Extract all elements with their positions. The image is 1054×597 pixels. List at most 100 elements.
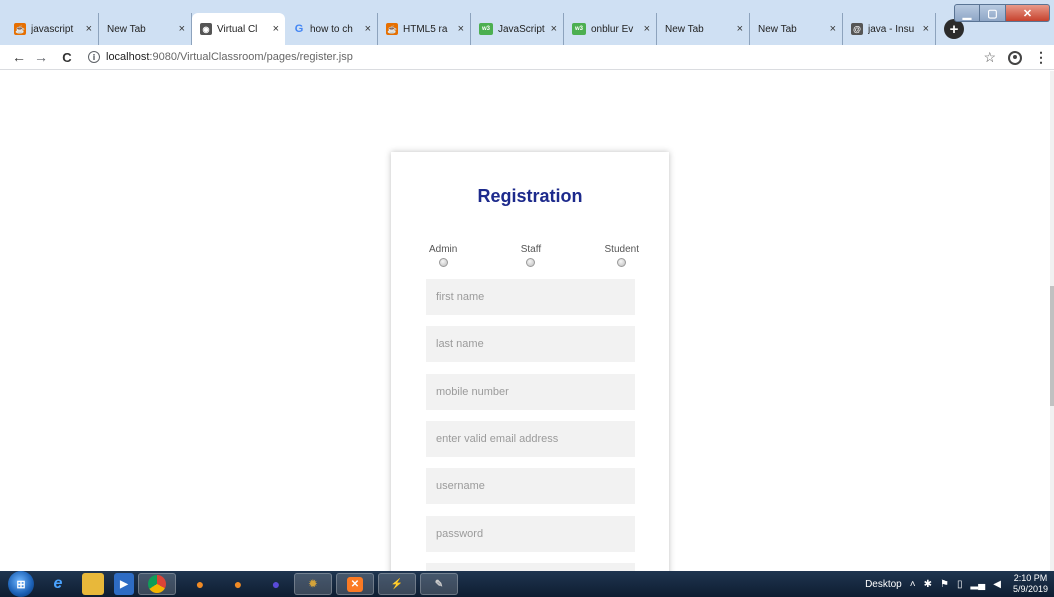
tab-new-tab-3[interactable]: New Tab ×	[750, 13, 843, 45]
maximize-button[interactable]: ▢	[980, 4, 1006, 22]
close-icon[interactable]: ×	[737, 23, 743, 35]
tab-new-tab-1[interactable]: New Tab ×	[99, 13, 192, 45]
forward-arrow-icon[interactable]: →	[30, 49, 52, 65]
first-name-input[interactable]	[426, 279, 635, 315]
close-icon[interactable]: ×	[365, 23, 371, 35]
at-icon: @	[851, 23, 863, 35]
student-radio[interactable]	[617, 258, 627, 267]
admin-radio[interactable]	[438, 258, 448, 267]
tool-icon: ✎	[434, 578, 444, 590]
bookmark-star-icon[interactable]: ☆	[983, 49, 996, 66]
browser-tab-strip: ☕ javascript × New Tab × ◉ Virtual Cl × …	[0, 0, 1054, 45]
tab-list: ☕ javascript × New Tab × ◉ Virtual Cl × …	[6, 13, 964, 45]
internet-explorer-icon[interactable]: e	[44, 573, 72, 595]
staff-radio[interactable]	[526, 258, 536, 267]
tab-title: how to ch	[310, 23, 353, 35]
tab-title: HTML5 ra	[403, 23, 448, 35]
tab-how-to[interactable]: G how to ch ×	[285, 13, 378, 45]
bluetooth-icon[interactable]: ✱	[924, 579, 932, 590]
tab-title: New Tab	[758, 23, 797, 35]
page-viewport: Registration Admin Staff Student	[0, 71, 1054, 571]
scrollbar-thumb[interactable]	[1050, 286, 1054, 406]
tab-onblur[interactable]: w3 onblur Ev ×	[564, 13, 657, 45]
role-selector: Admin Staff Student	[429, 244, 639, 267]
tab-html5[interactable]: ☕ HTML5 ra ×	[378, 13, 471, 45]
java-icon: ☕	[386, 23, 398, 35]
reload-icon[interactable]: C	[56, 50, 78, 65]
close-window-button[interactable]: ✕	[1006, 4, 1050, 22]
w3schools-icon: w3	[479, 23, 493, 35]
new-tab-button[interactable]: +	[944, 19, 964, 39]
password-input[interactable]	[426, 516, 635, 552]
tab-new-tab-2[interactable]: New Tab ×	[657, 13, 750, 45]
desktop-toolbar-label[interactable]: Desktop	[865, 579, 902, 590]
chevron-up-icon[interactable]: ˄	[910, 579, 916, 590]
menu-icon[interactable]: ⋮	[1034, 49, 1048, 66]
start-button[interactable]: ⊞	[8, 571, 34, 597]
back-arrow-icon[interactable]: ←	[8, 49, 30, 65]
app-icon-4[interactable]: ⚡	[378, 573, 416, 595]
username-input[interactable]	[426, 468, 635, 504]
chrome-icon	[148, 575, 166, 593]
globe-icon: ◉	[200, 23, 212, 35]
file-explorer-icon[interactable]	[82, 573, 104, 595]
app-icon-2[interactable]: ●	[224, 573, 252, 595]
signal-icon[interactable]: ▂▄	[970, 579, 985, 590]
close-icon[interactable]: ×	[551, 23, 557, 35]
profile-icon[interactable]	[1008, 50, 1022, 65]
address-host: localhost	[106, 51, 150, 63]
volume-icon[interactable]: ◀	[993, 579, 1001, 590]
close-icon[interactable]: ×	[179, 23, 185, 35]
close-icon[interactable]: ×	[830, 23, 836, 35]
browser-toolbar: ← → C i localhost:9080/VirtualClassroom/…	[0, 45, 1054, 70]
tab-java-insu[interactable]: @ java - Insu ×	[843, 13, 936, 45]
role-admin[interactable]: Admin	[429, 244, 457, 267]
tab-title: JavaScript	[498, 23, 545, 35]
system-tray: Desktop ˄ ✱ ⚑ ▯ ▂▄ ◀ 2:10 PM 5/9/2019	[857, 571, 1048, 597]
battery-icon[interactable]: ▯	[957, 579, 963, 590]
tab-title: onblur Ev	[591, 23, 634, 35]
address-path: :9080/VirtualClassroom/pages/register.js…	[149, 51, 353, 63]
role-label: Student	[604, 244, 639, 255]
minimize-icon: ▁	[962, 7, 972, 20]
close-icon[interactable]: ×	[458, 23, 464, 35]
close-icon[interactable]: ×	[273, 23, 279, 35]
window-controls: ▁ ▢ ✕	[954, 4, 1050, 22]
clock-date: 5/9/2019	[1012, 584, 1048, 594]
close-icon[interactable]: ×	[86, 23, 92, 35]
toolbar-actions: ☆ ⋮	[983, 49, 1048, 66]
chrome-taskbar-button[interactable]	[138, 573, 176, 595]
tab-javascript[interactable]: ☕ javascript ×	[6, 13, 99, 45]
app-icon-3[interactable]: ✹	[294, 573, 332, 595]
media-player-icon[interactable]: ▶	[114, 573, 134, 595]
maximize-icon: ▢	[987, 7, 998, 20]
eclipse-icon[interactable]: ●	[262, 573, 290, 595]
tab-title: Virtual Cl	[217, 23, 258, 35]
windows-taskbar: ⊞ e ▶ ● ● ● ✹ ✕ ⚡ ✎ Desktop ˄ ✱ ⚑ ▯ ▂▄ ◀…	[0, 571, 1054, 597]
flag-icon[interactable]: ⚑	[940, 579, 949, 590]
close-icon[interactable]: ×	[923, 23, 929, 35]
last-name-input[interactable]	[426, 326, 635, 362]
java-icon: ☕	[14, 23, 26, 35]
clock[interactable]: 2:10 PM 5/9/2019	[1013, 573, 1048, 595]
info-icon[interactable]: i	[88, 51, 100, 63]
xampp-icon[interactable]: ✕	[336, 573, 374, 595]
role-staff[interactable]: Staff	[521, 244, 541, 267]
page-title: Registration	[477, 186, 583, 206]
tab-javascript-w3[interactable]: w3 JavaScript ×	[471, 13, 564, 45]
address-bar[interactable]: localhost:9080/VirtualClassroom/pages/re…	[106, 51, 353, 63]
next-field-input[interactable]	[426, 563, 635, 571]
role-student[interactable]: Student	[605, 244, 639, 267]
minimize-button[interactable]: ▁	[954, 4, 980, 22]
tab-virtual-classroom[interactable]: ◉ Virtual Cl ×	[192, 13, 285, 45]
page-scrollbar[interactable]	[1050, 71, 1054, 571]
mobile-number-input[interactable]	[426, 374, 635, 410]
tab-title: New Tab	[665, 23, 704, 35]
app-icon-5[interactable]: ✎	[420, 573, 458, 595]
app-icon-1[interactable]: ●	[186, 573, 214, 595]
w3schools-icon: w3	[572, 23, 586, 35]
tab-title: javascript	[31, 23, 74, 35]
close-icon[interactable]: ×	[644, 23, 650, 35]
tab-title: java - Insu	[868, 23, 915, 35]
email-input[interactable]	[426, 421, 635, 457]
